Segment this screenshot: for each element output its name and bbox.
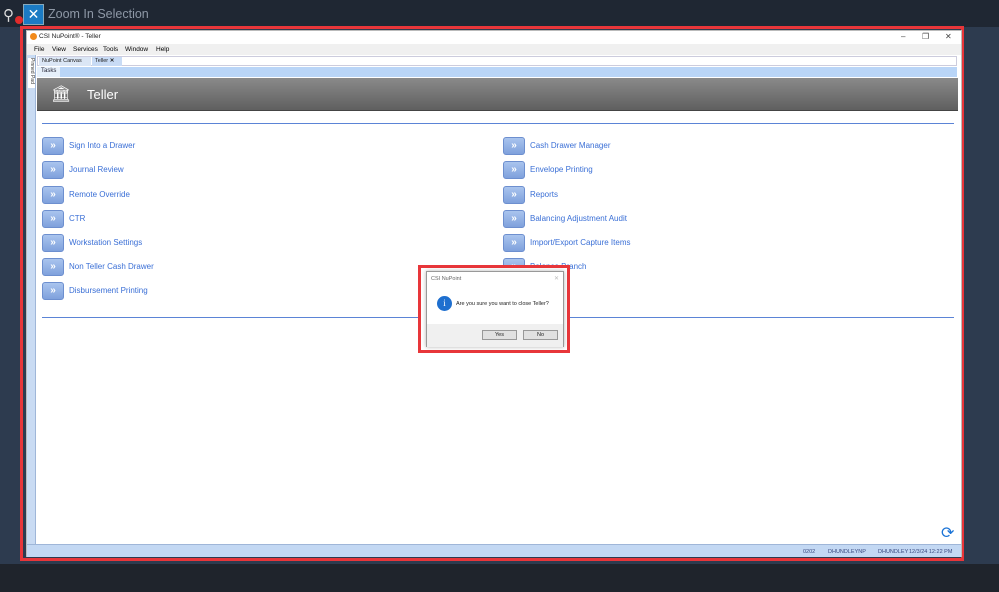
menu-tools[interactable]: Tools	[103, 46, 118, 53]
pinned-pad-tab[interactable]: Pinned Pad	[28, 58, 35, 88]
page-title: Teller	[87, 87, 119, 102]
chevron-right-icon: »	[503, 210, 525, 228]
dialog-highlight: CSI NuPoint ✕ i Are you sure you want to…	[418, 265, 570, 353]
document-tabs: NuPoint Canvas Teller ✕	[37, 56, 957, 66]
zoom-selection-icon[interactable]: ✕	[23, 4, 44, 25]
top-toolbar: ⚲ ✕ Zoom In Selection	[0, 0, 999, 27]
task-item-label: Disbursement Printing	[69, 286, 148, 295]
status-machine: DHUNDLEYNP	[828, 549, 866, 555]
task-item-label: CTR	[69, 214, 86, 223]
status-bar: 0202 DHUNDLEYNP DHUNDLEY 12/3/24 12:22 P…	[27, 544, 961, 557]
menu-view[interactable]: View	[52, 46, 66, 53]
task-item-label: Remote Override	[69, 190, 130, 199]
task-item-label: Reports	[530, 190, 559, 199]
chevron-right-icon: »	[42, 186, 64, 204]
divider	[42, 123, 954, 124]
dialog-close-icon[interactable]: ✕	[554, 275, 559, 282]
yes-button[interactable]: Yes	[482, 330, 517, 340]
status-user: DHUNDLEY	[878, 549, 909, 555]
menu-bar: File View Services Tools Window Help	[27, 44, 961, 55]
chevron-right-icon: »	[42, 137, 64, 155]
menu-window[interactable]: Window	[125, 46, 148, 53]
side-panel: Pinned Pad	[27, 55, 36, 545]
bottom-bar	[0, 564, 999, 592]
chevron-right-icon: »	[503, 186, 525, 204]
bank-icon: 🏛	[51, 86, 72, 103]
chevron-right-icon: »	[42, 234, 64, 252]
page-header: 🏛 Teller	[37, 78, 958, 111]
task-item-label: Import/Export Capture Items	[530, 238, 631, 247]
status-datetime: 12/3/24 12:22 PM	[909, 549, 953, 555]
confirm-dialog: CSI NuPoint ✕ i Are you sure you want to…	[426, 271, 564, 347]
menu-help[interactable]: Help	[156, 46, 169, 53]
tasks-tabstrip: Tasks	[37, 67, 957, 77]
task-item-label: Cash Drawer Manager	[530, 141, 611, 150]
menu-services[interactable]: Services	[73, 46, 98, 53]
restore-button[interactable]: ❐	[922, 32, 929, 41]
menu-file[interactable]: File	[34, 46, 44, 53]
task-item-label: Balancing Adjustment Audit	[530, 214, 627, 223]
status-code: 0202	[803, 549, 816, 555]
chevron-right-icon: »	[503, 161, 525, 179]
tab-tasks[interactable]: Tasks	[37, 67, 61, 77]
chevron-right-icon: »	[42, 282, 64, 300]
chevron-right-icon: »	[503, 234, 525, 252]
dialog-footer: Yes No	[427, 324, 563, 347]
info-icon: i	[437, 296, 452, 311]
dialog-message: Are you sure you want to close Teller?	[456, 301, 549, 307]
minimize-button[interactable]: –	[901, 32, 905, 41]
tab-teller-label: Teller	[95, 58, 109, 64]
chevron-right-icon: »	[42, 258, 64, 276]
refresh-icon[interactable]: ⟳	[941, 523, 954, 543]
toolbar-title: Zoom In Selection	[48, 7, 149, 21]
task-item-label: Non Teller Cash Drawer	[69, 262, 154, 271]
close-button[interactable]: ✕	[945, 32, 952, 41]
tab-nupoint-canvas[interactable]: NuPoint Canvas	[39, 57, 91, 66]
task-item-label: Journal Review	[69, 165, 124, 174]
close-tab-icon[interactable]: ✕	[110, 58, 115, 64]
chevron-right-icon: »	[42, 161, 64, 179]
task-item-label: Workstation Settings	[69, 238, 143, 247]
tab-teller[interactable]: Teller ✕	[92, 57, 122, 66]
cancel-zoom-icon[interactable]: ⚲	[3, 6, 23, 24]
title-bar: CSI NuPoint® - Teller – ❐ ✕	[27, 31, 961, 43]
task-item-label: Sign Into a Drawer	[69, 141, 136, 150]
app-logo-icon	[30, 33, 37, 40]
window-title: CSI NuPoint® - Teller	[39, 33, 101, 40]
no-button[interactable]: No	[523, 330, 558, 340]
dialog-title: CSI NuPoint	[431, 276, 462, 282]
chevron-right-icon: »	[503, 137, 525, 155]
task-item-label: Envelope Printing	[530, 165, 593, 174]
chevron-right-icon: »	[42, 210, 64, 228]
